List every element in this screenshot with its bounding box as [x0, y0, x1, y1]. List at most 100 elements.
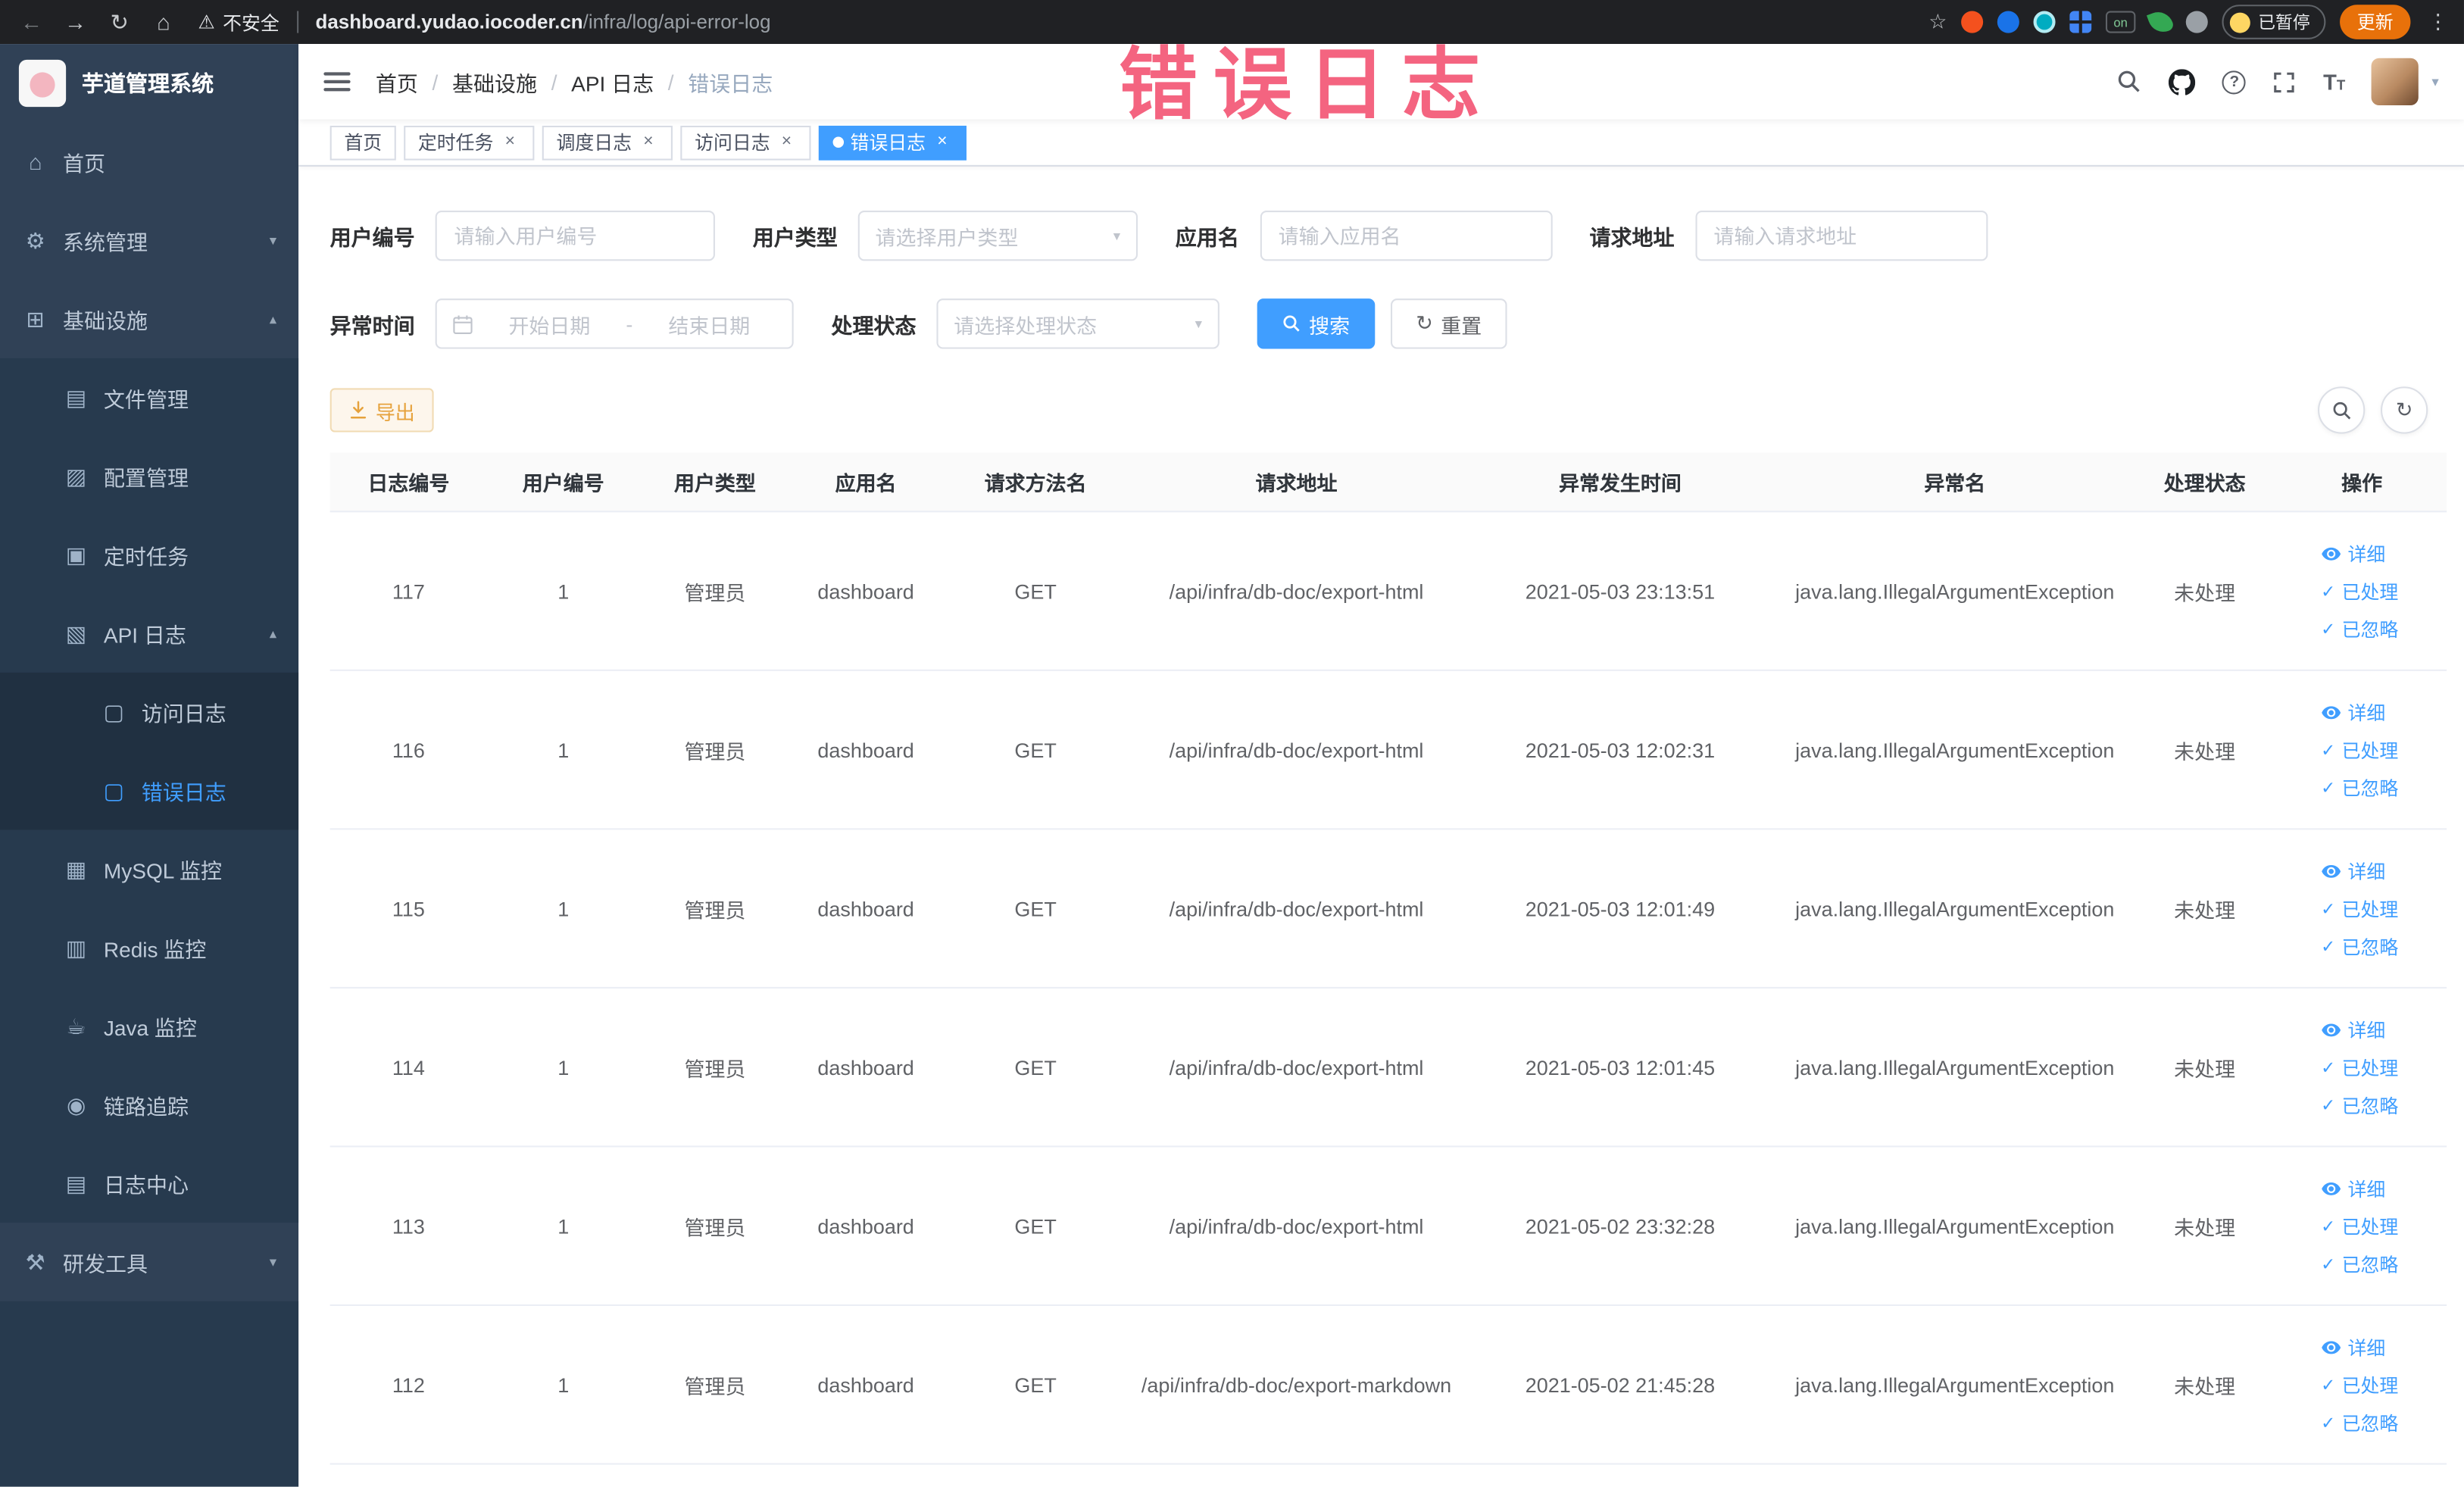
cell-method: GET: [1014, 1373, 1057, 1397]
sidebar-item-home[interactable]: ⌂ 首页: [0, 123, 298, 201]
font-size-icon[interactable]: TT: [2323, 69, 2345, 94]
action-processed[interactable]: ✓ 已处理: [2321, 577, 2398, 604]
action-detail[interactable]: 详细: [2321, 698, 2385, 725]
action-processed[interactable]: ✓ 已处理: [2321, 736, 2398, 763]
action-ignored[interactable]: ✓ 已忽略: [2321, 1409, 2398, 1435]
sidebar-item-file-manage[interactable]: ▤ 文件管理: [0, 358, 298, 437]
sidebar-item-dev-tools[interactable]: ⚒ 研发工具 ▾: [0, 1223, 298, 1301]
browser-menu-icon[interactable]: ⋮: [2428, 9, 2448, 34]
action-detail[interactable]: 详细: [2321, 1333, 2385, 1360]
table-row: 115 1 管理员 dashboard GET /api/infra/db-do…: [329, 829, 2447, 989]
sidebar-item-infra[interactable]: ⊞ 基础设施 ▴: [0, 280, 298, 358]
logo[interactable]: 芋道管理系统: [0, 44, 298, 123]
process-status-select[interactable]: 请选择处理状态 ▾: [936, 298, 1220, 349]
menu-label: MySQL 监控: [103, 859, 223, 883]
sidebar-item-log-center[interactable]: ▤ 日志中心: [0, 1144, 298, 1223]
action-detail[interactable]: 详细: [2321, 540, 2385, 567]
main-panel: 首页 / 基础设施 / API 日志 / 错误日志 ? TT ▾ 首页 定时任务…: [298, 44, 2464, 1487]
user-id-input[interactable]: [435, 210, 715, 261]
extension-icon[interactable]: [2146, 8, 2175, 36]
annotation-watermark: 错误日志: [1119, 40, 1497, 130]
reload-icon[interactable]: ↻: [101, 3, 139, 41]
home-icon[interactable]: ⌂: [145, 3, 183, 41]
breadcrumb-separator: /: [432, 70, 439, 94]
action-processed[interactable]: ✓ 已处理: [2321, 895, 2398, 921]
tab-schedule-log[interactable]: 调度日志 ×: [542, 124, 673, 160]
action-ignored[interactable]: ✓ 已忽略: [2321, 932, 2398, 959]
user-type-select[interactable]: 请选择用户类型 ▾: [857, 210, 1138, 261]
table-tools: ↻: [2318, 386, 2428, 434]
tab-access-log[interactable]: 访问日志 ×: [680, 124, 811, 160]
table-header: 日志编号 用户编号 用户类型 应用名 请求方法名 请求地址 异常发生时间 异常名…: [329, 452, 2447, 513]
github-icon[interactable]: [2169, 68, 2197, 95]
action-ignored[interactable]: ✓ 已忽略: [2321, 1250, 2398, 1276]
app-name-input[interactable]: [1259, 210, 1552, 261]
close-icon[interactable]: ×: [638, 132, 658, 152]
action-detail[interactable]: 详细: [2321, 858, 2385, 884]
action-processed[interactable]: ✓ 已处理: [2321, 1371, 2398, 1398]
coffee-icon: ☕: [66, 1013, 86, 1039]
close-icon[interactable]: ×: [932, 132, 952, 152]
extension-icon[interactable]: [1997, 11, 2019, 33]
browser-actions: ☆ on 已暂停 更新 ⋮: [1928, 5, 2451, 39]
filter-form: 用户编号 用户类型 请选择用户类型 ▾ 应用名: [329, 210, 2447, 386]
action-ignored[interactable]: ✓ 已忽略: [2321, 1092, 2398, 1118]
exception-time-range-picker[interactable]: 开始日期 - 结束日期: [435, 298, 794, 349]
search-icon[interactable]: [2117, 69, 2142, 94]
action-ignored[interactable]: ✓ 已忽略: [2321, 615, 2398, 642]
bookmark-star-icon[interactable]: ☆: [1928, 9, 1947, 34]
sidebar-item-error-log[interactable]: ▢ 错误日志: [0, 751, 298, 830]
avatar[interactable]: [2372, 58, 2419, 105]
extension-icon[interactable]: [1961, 11, 1984, 33]
request-url-input[interactable]: [1694, 210, 1988, 261]
sidebar-item-scheduled-task[interactable]: ▣ 定时任务: [0, 515, 298, 594]
paused-badge[interactable]: 已暂停: [2222, 5, 2326, 39]
extension-icon[interactable]: [2069, 11, 2092, 33]
tab-scheduled-task[interactable]: 定时任务 ×: [404, 124, 535, 160]
sidebar-item-mysql-monitor[interactable]: ▦ MySQL 监控: [0, 829, 298, 908]
site-security-chip[interactable]: ⚠ 不安全: [198, 8, 279, 35]
tab-error-log[interactable]: 错误日志 ×: [818, 124, 967, 160]
help-icon[interactable]: ?: [2222, 70, 2247, 94]
sidebar-item-system[interactable]: ⚙ 系统管理 ▾: [0, 201, 298, 280]
extension-icon[interactable]: [2185, 11, 2208, 33]
export-button[interactable]: 导出: [329, 388, 434, 433]
breadcrumb-item[interactable]: 基础设施: [452, 66, 537, 97]
extension-icon[interactable]: [2033, 11, 2056, 33]
sidebar-item-access-log[interactable]: ▢ 访问日志: [0, 673, 298, 751]
action-detail[interactable]: 详细: [2321, 1175, 2385, 1201]
check-icon: ✓: [2321, 582, 2336, 601]
cell-request-url: /api/infra/db-doc/export-html: [1169, 1214, 1424, 1238]
tab-home[interactable]: 首页: [329, 124, 396, 160]
refresh-button[interactable]: ↻: [2381, 386, 2428, 434]
address-bar[interactable]: dashboard.yudao.iocoder.cn/infra/log/api…: [316, 11, 1907, 33]
hamburger-icon[interactable]: [323, 72, 351, 92]
sidebar-item-trace[interactable]: ◉ 链路追踪: [0, 1066, 298, 1145]
action-ignored[interactable]: ✓ 已忽略: [2321, 774, 2398, 801]
sidebar-item-redis-monitor[interactable]: ▥ Redis 监控: [0, 908, 298, 987]
app-title: 芋道管理系统: [81, 70, 214, 96]
reset-button[interactable]: ↻ 重置: [1391, 298, 1507, 349]
forward-icon[interactable]: →: [57, 3, 95, 41]
toggle-search-button[interactable]: [2318, 386, 2366, 434]
action-detail[interactable]: 详细: [2321, 1016, 2385, 1042]
back-icon[interactable]: ←: [13, 3, 51, 41]
search-icon: [2332, 401, 2350, 419]
filter-label-request-url: 请求地址: [1589, 226, 1675, 250]
sidebar-item-api-log[interactable]: ▧ API 日志 ▴: [0, 594, 298, 673]
check-icon: ✓: [2321, 937, 2336, 957]
fullscreen-icon[interactable]: [2273, 70, 2297, 93]
browser-update-button[interactable]: 更新: [2340, 5, 2411, 39]
close-icon[interactable]: ×: [500, 132, 520, 152]
chevron-down-icon[interactable]: ▾: [2431, 73, 2438, 90]
search-button[interactable]: 搜索: [1257, 298, 1376, 349]
breadcrumb-item[interactable]: API 日志: [571, 66, 654, 97]
extension-icon[interactable]: on: [2105, 11, 2136, 33]
breadcrumb-item[interactable]: 首页: [376, 66, 418, 97]
sidebar-item-java-monitor[interactable]: ☕ Java 监控: [0, 987, 298, 1066]
close-icon[interactable]: ×: [776, 132, 797, 152]
action-processed[interactable]: ✓ 已处理: [2321, 1054, 2398, 1080]
filter-label-exception-time: 异常时间: [329, 314, 415, 339]
sidebar-item-config-manage[interactable]: ▨ 配置管理: [0, 437, 298, 516]
action-processed[interactable]: ✓ 已处理: [2321, 1213, 2398, 1239]
